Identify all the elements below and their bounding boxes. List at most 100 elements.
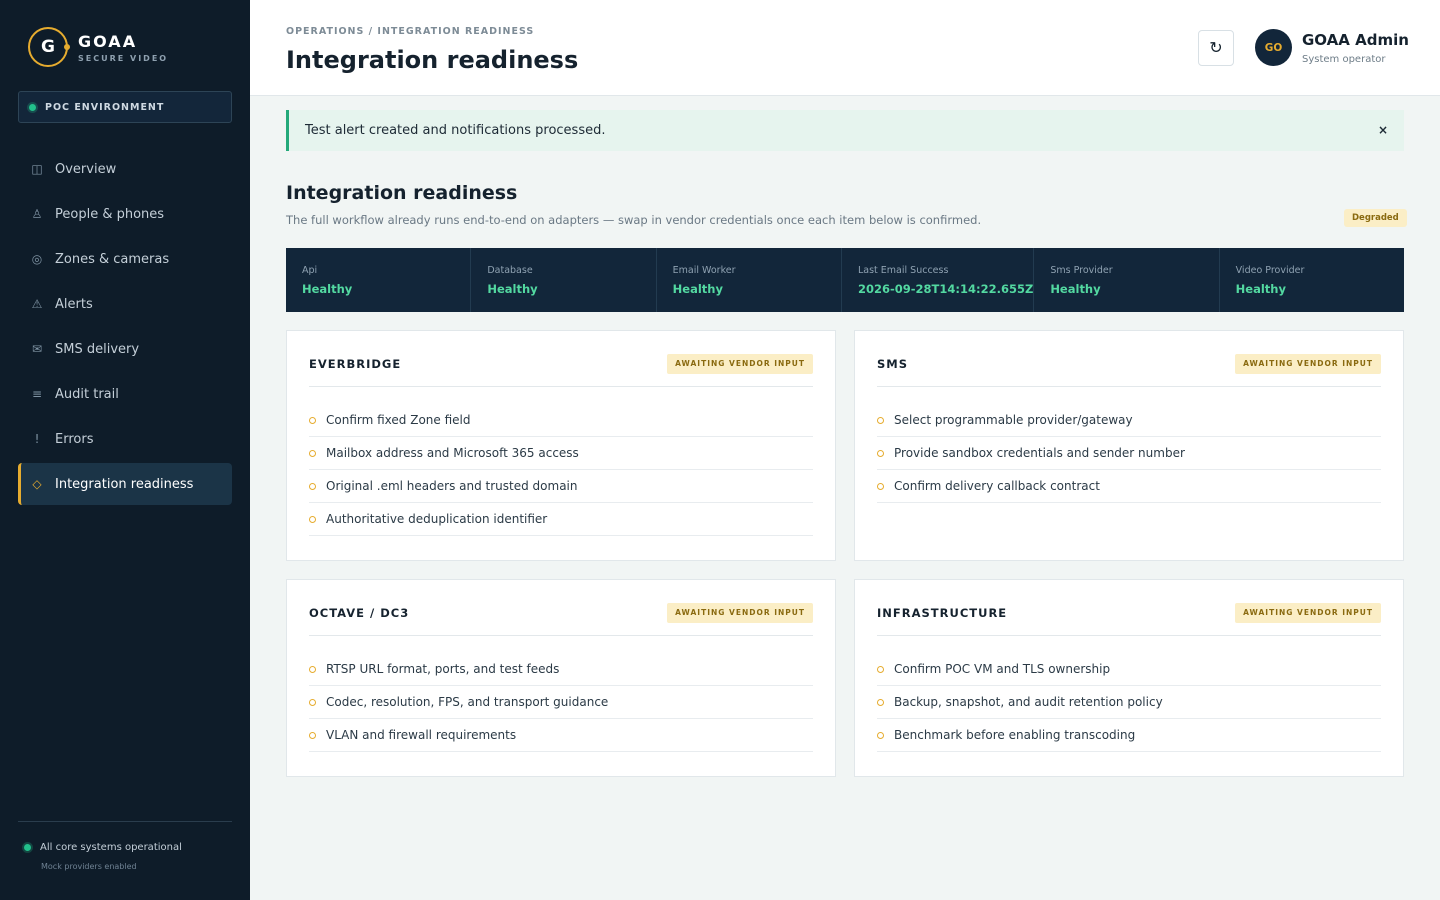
user-role: System operator [1302,54,1386,65]
status-key: Database [487,265,533,276]
card-title: SMS [877,356,909,371]
status-value: 2026-09-28T14:14:22.655Z [857,282,1034,296]
readiness-card-octave-dc3: OCTAVE / DC3 AWAITING VENDOR INPUT RTSP … [286,579,836,777]
readiness-card-everbridge: EVERBRIDGE AWAITING VENDOR INPUT Confirm… [286,330,836,561]
list-item-label: Codec, resolution, FPS, and transport gu… [326,695,609,709]
list-item: RTSP URL format, ports, and test feeds [309,653,813,686]
circle-bullet-icon [877,698,884,706]
page-title: Integration readiness [286,46,579,74]
circle-bullet-icon [309,731,316,739]
divider [309,386,813,387]
list-item-label: Confirm delivery callback contract [894,479,1100,493]
circle-bullet-icon [877,665,884,673]
brand-logo-icon: G [28,27,70,67]
layout-icon: ◫ [31,162,43,176]
list-item-label: Original .eml headers and trusted domain [326,479,578,493]
brand-subtitle: SECURE VIDEO [78,53,169,63]
divider [877,386,1381,387]
checklist: Confirm fixed Zone field Mailbox address… [309,404,813,536]
list-item: Codec, resolution, FPS, and transport gu… [309,686,813,719]
list-item: Select programmable provider/gateway [877,404,1381,437]
refresh-icon: ↻ [1209,40,1223,57]
status-key: Sms Provider [1050,265,1113,276]
list-item-label: Backup, snapshot, and audit retention po… [894,695,1163,709]
sidebar-item-overview[interactable]: ◫ Overview [18,148,232,190]
section-description: The full workflow already runs end-to-en… [286,213,982,227]
list-item-label: Authoritative deduplication identifier [326,512,548,526]
status-value: Healthy [1050,282,1101,296]
camera-icon: ◎ [31,252,43,266]
sidebar-item-errors[interactable]: ! Errors [18,418,232,460]
circle-bullet-icon [309,416,316,424]
status-dot-icon [24,844,31,851]
status-key: Api [302,265,318,276]
status-value: Healthy [1235,282,1286,296]
sidebar-item-label: Overview [55,161,117,177]
section-title: Integration readiness [286,182,518,204]
system-status-text: All core systems operational [40,842,182,853]
exclamation-icon: ! [34,432,40,446]
brand[interactable]: G GOAA SECURE VIDEO [28,27,168,67]
sidebar-item-label: Audit trail [55,386,119,402]
readiness-card-infrastructure: INFRASTRUCTURE AWAITING VENDOR INPUT Con… [854,579,1404,777]
circle-bullet-icon [309,665,316,673]
environment-badge: POC ENVIRONMENT [18,91,232,123]
list-item: Confirm POC VM and TLS ownership [877,653,1381,686]
divider [877,635,1381,636]
list-item: Provide sandbox credentials and sender n… [877,437,1381,470]
close-icon[interactable]: × [1378,123,1388,137]
status-cell-email-worker: Email Worker Healthy [657,248,842,312]
list-item: Confirm delivery callback contract [877,470,1381,503]
breadcrumb: OPERATIONS / INTEGRATION READINESS [286,26,535,37]
status-value: Healthy [487,282,538,296]
sidebar-item-zones-cameras[interactable]: ◎ Zones & cameras [18,238,232,280]
list-item-label: RTSP URL format, ports, and test feeds [326,662,560,676]
checklist: Select programmable provider/gateway Pro… [877,404,1381,503]
list-item-label: Provide sandbox credentials and sender n… [894,446,1185,460]
system-status-note: Mock providers enabled [41,862,137,871]
sidebar-item-label: Alerts [55,296,93,312]
mail-icon: ✉ [31,342,43,356]
list-item-label: VLAN and firewall requirements [326,728,517,742]
refresh-button[interactable]: ↻ [1198,30,1234,66]
status-cell-last-email-success: Last Email Success 2026-09-28T14:14:22.6… [842,248,1035,312]
readiness-card-sms: SMS AWAITING VENDOR INPUT Select program… [854,330,1404,561]
list-item: Mailbox address and Microsoft 365 access [309,437,813,470]
circle-bullet-icon [309,482,316,490]
sidebar-item-sms-delivery[interactable]: ✉ SMS delivery [18,328,232,370]
list-item: Confirm fixed Zone field [309,404,813,437]
circle-bullet-icon [877,731,884,739]
environment-label: POC ENVIRONMENT [45,101,165,113]
page-header: OPERATIONS / INTEGRATION READINESS Integ… [250,0,1440,96]
list-item: VLAN and firewall requirements [309,719,813,752]
sidebar-item-alerts[interactable]: ⚠ Alerts [18,283,232,325]
system-status: All core systems operational Mock provid… [18,821,232,871]
status-cell-sms-provider: Sms Provider Healthy [1034,248,1220,312]
sidebar-item-label: Zones & cameras [55,251,170,267]
status-badge: AWAITING VENDOR INPUT [667,602,813,623]
warning-icon: ⚠ [31,297,43,311]
list-item-label: Confirm fixed Zone field [326,413,471,427]
checklist: RTSP URL format, ports, and test feeds C… [309,653,813,752]
list-item: Benchmark before enabling transcoding [877,719,1381,752]
list-icon: ≡ [31,387,43,401]
list-item: Backup, snapshot, and audit retention po… [877,686,1381,719]
sidebar-item-audit-trail[interactable]: ≡ Audit trail [18,373,232,415]
sidebar-item-integration-readiness[interactable]: ◇ Integration readiness [18,463,232,505]
list-item-label: Select programmable provider/gateway [894,413,1133,427]
sidebar-item-label: Integration readiness [55,476,194,492]
avatar[interactable]: GO [1255,29,1292,66]
circle-bullet-icon [309,515,316,523]
sidebar-item-people-phones[interactable]: ♙ People & phones [18,193,232,235]
card-title: INFRASTRUCTURE [877,605,1008,620]
card-title: EVERBRIDGE [309,356,402,371]
divider [309,635,813,636]
sidebar-item-label: SMS delivery [55,341,140,357]
circle-bullet-icon [877,482,884,490]
circle-bullet-icon [309,449,316,457]
person-icon: ♙ [31,207,43,221]
sidebar-nav: ◫ Overview ♙ People & phones ◎ Zones & c… [18,148,232,508]
sidebar: G GOAA SECURE VIDEO POC ENVIRONMENT ◫ Ov… [0,0,250,900]
status-key: Last Email Success [857,265,949,276]
sidebar-item-label: People & phones [55,206,165,222]
